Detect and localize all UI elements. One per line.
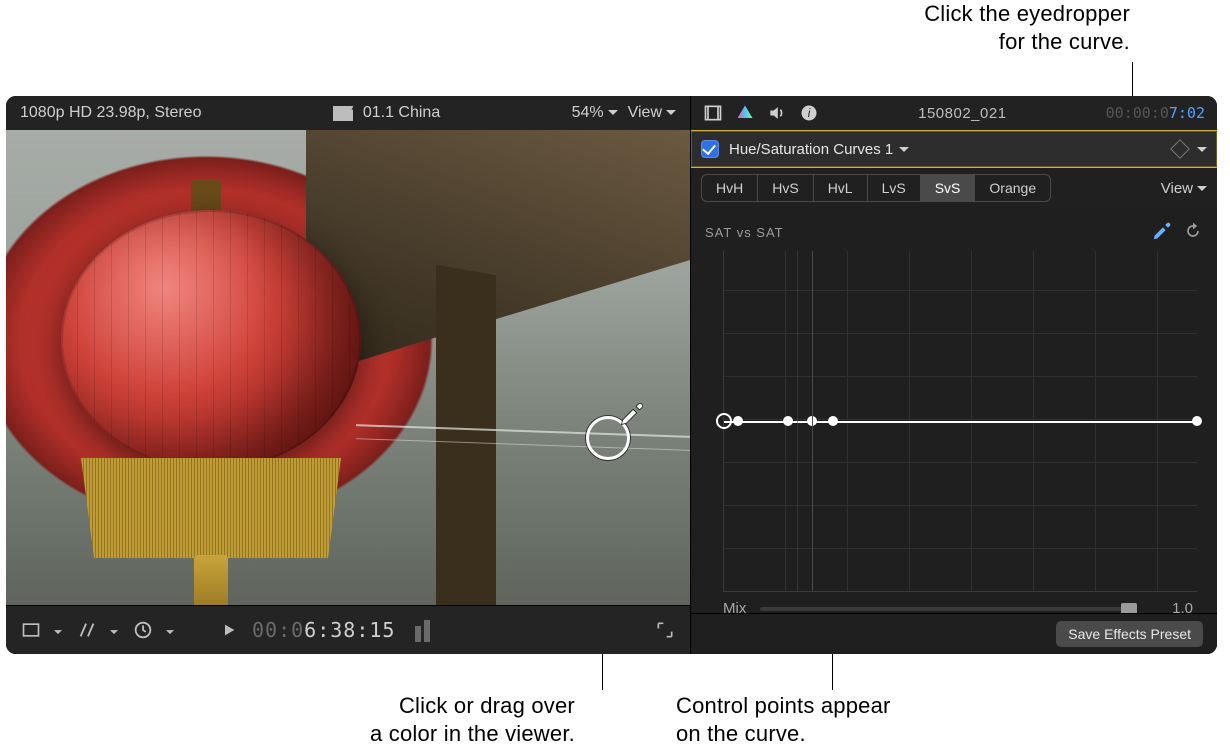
chevron-down-icon: [110, 619, 120, 642]
timecode-main: 6:38:15: [304, 618, 395, 642]
tab-hvl[interactable]: HvL: [814, 175, 868, 201]
chevron-down-icon: [899, 141, 909, 158]
svg-text:i: i: [808, 107, 811, 120]
callout-leader: [1132, 62, 1133, 63]
tab-lvs[interactable]: LvS: [868, 175, 921, 201]
curve-plot[interactable]: [723, 251, 1197, 592]
curve-control-point[interactable]: [828, 416, 838, 426]
skimming-icon[interactable]: [76, 619, 98, 641]
fullscreen-icon[interactable]: [654, 619, 676, 641]
clapboard-icon: [333, 106, 353, 120]
tc-dim: 00:00:0: [1106, 104, 1169, 122]
clip-appearance-icon[interactable]: [20, 619, 42, 641]
effect-enabled-checkbox[interactable]: [701, 140, 719, 158]
curve-control-point[interactable]: [783, 416, 793, 426]
chevron-down-icon: [166, 619, 176, 642]
viewer-format-text: 1080p HD 23.98p, Stereo: [20, 104, 201, 122]
chevron-down-icon: [1197, 180, 1207, 197]
zoom-menu[interactable]: 54%: [572, 104, 618, 122]
lantern-tassel: [194, 555, 228, 605]
curve-tabs: HvHHvSHvLLvSSvSOrange: [701, 174, 1051, 202]
curve-control-point[interactable]: [1192, 416, 1202, 426]
chevron-down-icon[interactable]: [1197, 142, 1207, 157]
tab-hvh[interactable]: HvH: [702, 175, 758, 201]
info-icon[interactable]: i: [799, 103, 819, 123]
viewer-toolbar: 1080p HD 23.98p, Stereo 01.1 China 54% V…: [6, 96, 690, 130]
tc-main: 7:02: [1169, 104, 1205, 122]
inspector-pane: i 150802_021 00:00:07:02 Hue/Saturation …: [691, 96, 1217, 654]
inspector-toolbar: i 150802_021 00:00:07:02: [691, 96, 1217, 130]
app-window: 1080p HD 23.98p, Stereo 01.1 China 54% V…: [6, 96, 1217, 654]
callout-eyedropper: Click the eyedropper for the curve.: [924, 0, 1130, 56]
mix-value[interactable]: 1.0: [1143, 600, 1193, 613]
tab-svs[interactable]: SvS: [921, 175, 976, 201]
lantern-ribs: [61, 210, 361, 470]
effect-name[interactable]: Hue/Saturation Curves 1: [729, 141, 909, 158]
view-menu[interactable]: View: [628, 104, 676, 122]
film-icon[interactable]: [703, 103, 723, 123]
effect-header-row[interactable]: Hue/Saturation Curves 1: [691, 130, 1217, 168]
reset-icon[interactable]: [1183, 221, 1203, 244]
viewer-clip-name: 01.1 China: [363, 104, 440, 122]
save-effects-preset-button[interactable]: Save Effects Preset: [1056, 621, 1203, 647]
wood-beam: [436, 265, 496, 605]
curve-title: SAT vs SAT: [705, 225, 784, 240]
eyedropper-icon: [618, 400, 646, 431]
curve-editor: SAT vs SAT: [691, 208, 1217, 613]
inspector-footer: Save Effects Preset: [691, 613, 1217, 654]
eyedropper-icon[interactable]: [1151, 220, 1173, 245]
curve-sample-marker: [812, 251, 813, 591]
slider-thumb[interactable]: [1121, 603, 1137, 614]
effect-name-label: Hue/Saturation Curves 1: [729, 141, 893, 158]
inspector-timecode: 00:00:07:02: [1106, 104, 1205, 122]
speaker-icon[interactable]: [767, 103, 787, 123]
view-label: View: [628, 104, 662, 122]
view-label: View: [1161, 180, 1193, 197]
color-icon[interactable]: [735, 103, 755, 123]
inspector-clip-name: 150802_021: [831, 105, 1094, 122]
mix-slider[interactable]: [760, 607, 1129, 611]
mix-label: Mix: [723, 600, 746, 613]
chevron-down-icon: [608, 104, 618, 122]
curve-sample-marker: [797, 251, 798, 591]
tab-orange[interactable]: Orange: [975, 175, 1050, 201]
retime-icon[interactable]: [132, 619, 154, 641]
audio-meter: [415, 618, 430, 642]
viewer-footer: 00:06:38:15: [6, 605, 690, 654]
viewer-pane: 1080p HD 23.98p, Stereo 01.1 China 54% V…: [6, 96, 691, 654]
tab-hvs[interactable]: HvS: [758, 175, 813, 201]
view-menu[interactable]: View: [1161, 180, 1207, 197]
play-icon[interactable]: [218, 619, 240, 641]
mix-row: Mix 1.0: [705, 592, 1203, 613]
curve-line[interactable]: [724, 421, 1197, 423]
keyframe-diamond-icon[interactable]: [1170, 139, 1190, 159]
timecode-dim: 00:0: [252, 618, 304, 642]
callout-points: Control points appear on the curve.: [676, 692, 891, 748]
viewer-canvas[interactable]: [6, 130, 690, 605]
viewer-timecode[interactable]: 00:06:38:15: [252, 618, 395, 642]
curve-control-point[interactable]: [716, 413, 732, 429]
zoom-value: 54%: [572, 104, 604, 122]
chevron-down-icon: [666, 104, 676, 122]
lantern-fringe: [81, 458, 341, 558]
callout-viewer: Click or drag over a color in the viewer…: [370, 692, 575, 748]
curve-control-point[interactable]: [733, 416, 743, 426]
curve-tabs-row: HvHHvSHvLLvSSvSOrange View: [691, 168, 1217, 208]
chevron-down-icon: [54, 619, 64, 642]
